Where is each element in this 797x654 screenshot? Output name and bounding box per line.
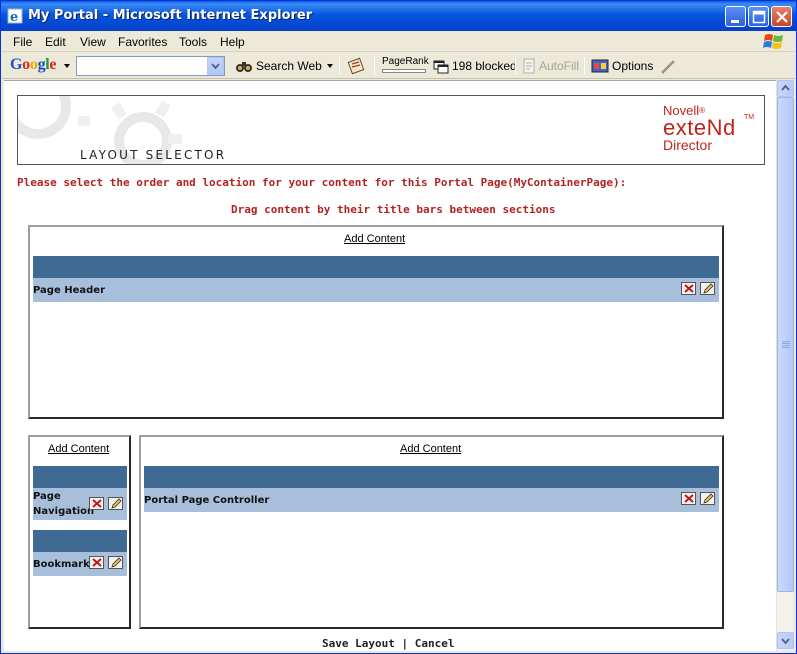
popup-blocker-icon [433,60,449,74]
maximize-button[interactable] [748,6,769,27]
title-bar[interactable]: e My Portal - Microsoft Internet Explore… [1,1,796,31]
layout-selector-banner: LAYOUT SELECTOR Novell® exteNd TM Direct… [17,95,765,165]
binoculars-icon [236,62,252,72]
portlet-title-bar[interactable] [33,256,719,278]
autofill-button[interactable]: AutoFill [539,59,579,73]
google-toolbar: Google Search Web PageRank 198 blocked A… [2,53,795,79]
menu-bar: File Edit View Favorites Tools Help [2,31,795,52]
close-icon [776,11,788,23]
top-section: Add Content Page Header [28,225,724,419]
layout-selector-heading: LAYOUT SELECTOR [80,148,227,162]
minimize-button[interactable] [725,6,746,27]
windows-logo-icon [763,34,783,49]
google-menu-arrow-icon[interactable] [64,64,70,68]
edit-portlet-button[interactable] [108,497,123,510]
delete-icon [92,558,102,567]
left-section: Add Content Page Navigation Bookmark [28,435,131,629]
svg-text:e: e [10,10,18,24]
ie-icon: e [7,8,23,24]
portlet-page-navigation[interactable]: Page Navigation [33,488,127,520]
remove-portlet-button[interactable] [681,492,696,505]
maximize-icon [752,10,766,24]
chevron-down-icon [211,63,220,70]
delete-icon [92,499,102,508]
toolbar-separator [374,57,375,75]
pagerank-indicator[interactable]: PageRank [382,55,429,77]
highlighter-icon[interactable] [659,57,677,75]
add-content-link-main[interactable]: Add Content [400,443,461,455]
google-logo[interactable]: Google [10,56,57,74]
edit-portlet-button[interactable] [108,556,123,569]
pencil-icon [703,493,714,504]
portlet-title: Bookmark [33,559,90,570]
remove-portlet-button[interactable] [681,282,696,295]
chevron-up-icon [781,84,790,91]
search-web-arrow-icon[interactable] [327,64,333,68]
chevron-down-icon [781,638,790,645]
portlet-title: Page Header [33,285,106,296]
cancel-link[interactable]: Cancel [415,637,455,650]
instructions-text: Please select the order and location for… [17,176,627,189]
save-layout-link[interactable]: Save Layout [322,637,395,650]
options-icon [591,59,609,73]
portlet-title: Portal Page Controller [144,495,270,506]
pagerank-bar [382,69,426,73]
portlet-title-bar[interactable] [144,466,719,488]
options-button[interactable]: Options [612,59,653,73]
vertical-scrollbar[interactable] [776,80,794,651]
actions-separator: | [401,637,409,650]
pencil-icon [111,557,122,568]
remove-portlet-button[interactable] [89,497,104,510]
portlet-portal-page-controller[interactable]: Portal Page Controller [144,488,719,512]
novell-extend-director-logo: Novell® exteNd TM Director [663,103,755,153]
portlet-title-bar[interactable] [33,530,127,552]
news-icon[interactable] [347,57,365,75]
popup-blocked-count[interactable]: 198 blocked [452,59,517,73]
main-section: Add Content Portal Page Controller [139,435,724,629]
menu-help[interactable]: Help [220,35,245,49]
portlet-bookmark[interactable]: Bookmark [33,552,127,576]
delete-icon [684,494,694,503]
portlet-title: Page Navigation [33,491,95,517]
pencil-icon [703,283,714,294]
google-search-input[interactable] [76,56,225,76]
menu-tools[interactable]: Tools [179,35,207,49]
toolbar-separator [584,57,585,75]
scroll-thumb[interactable] [777,97,794,592]
portlet-page-header[interactable]: Page Header [33,278,719,302]
search-dropdown-button[interactable] [207,57,224,75]
browser-window: e My Portal - Microsoft Internet Explore… [0,0,797,654]
remove-portlet-button[interactable] [89,556,104,569]
add-content-link-left[interactable]: Add Content [48,443,109,455]
window-title: My Portal - Microsoft Internet Explorer [28,8,313,23]
edit-portlet-button[interactable] [700,282,715,295]
search-web-button[interactable]: Search Web [256,59,322,73]
menu-view[interactable]: View [80,35,106,49]
pencil-icon [111,498,122,509]
page-viewport: LAYOUT SELECTOR Novell® exteNd TM Direct… [4,80,776,651]
close-button[interactable] [771,6,792,27]
toolbar-separator [515,57,516,75]
toolbar-separator [339,57,340,75]
menu-file[interactable]: File [13,35,32,49]
drag-hint-text: Drag content by their title bars between… [231,203,556,216]
pagerank-label: PageRank [382,56,429,67]
menu-edit[interactable]: Edit [45,35,66,49]
layout-actions: Save Layout | Cancel [322,637,454,650]
scroll-up-button[interactable] [777,80,794,97]
scroll-down-button[interactable] [777,632,794,649]
portlet-title-bar[interactable] [33,466,127,488]
edit-portlet-button[interactable] [700,492,715,505]
menu-favorites[interactable]: Favorites [118,35,167,49]
add-content-link-top[interactable]: Add Content [344,233,405,245]
delete-icon [684,284,694,293]
minimize-icon [731,20,739,23]
autofill-icon [523,58,535,74]
